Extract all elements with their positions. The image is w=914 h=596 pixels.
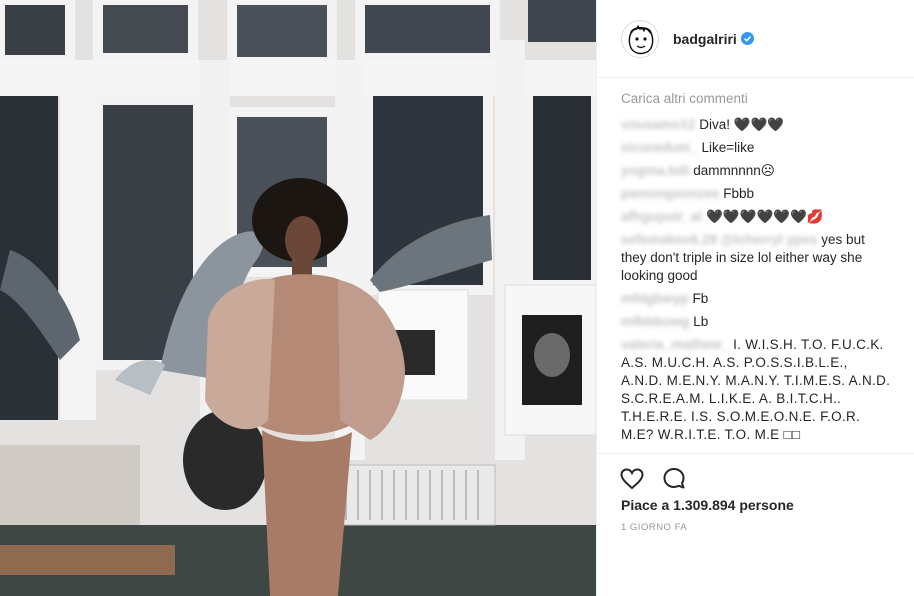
post-side-panel: badgalriri Carica altri commenti vousamo… bbox=[596, 0, 914, 596]
comment-item: mfbbbuwg Lb bbox=[621, 313, 891, 331]
comment-list: Carica altri commenti vousamo12 Diva! 🖤🖤🖤… bbox=[621, 90, 891, 449]
comment-item: afhgupoir_al 🖤🖤🖤🖤🖤🖤💋 bbox=[621, 208, 891, 226]
comment-item: pamongsonzee Fbbb bbox=[621, 185, 891, 203]
post-photo[interactable] bbox=[0, 0, 596, 596]
comment-bubble-icon[interactable] bbox=[661, 466, 687, 492]
post-header: badgalriri bbox=[597, 0, 914, 78]
comment-text: Diva! 🖤🖤🖤 bbox=[699, 117, 785, 132]
comment-item: nicoredum_ Like=like bbox=[621, 139, 891, 157]
comment-item: mfdgbwyp Fb bbox=[621, 290, 891, 308]
comment-text: dammnnnn☹ bbox=[693, 163, 775, 178]
comment-text: Fbbb bbox=[723, 186, 755, 201]
comment-item: valeria_mathew_ I. W.I.S.H. T.O. F.U.C.K.… bbox=[621, 336, 891, 444]
comment-username[interactable]: pamongsonzee bbox=[621, 185, 719, 203]
comment-username[interactable]: nicoredum_ bbox=[621, 139, 698, 157]
post-username[interactable]: badgalriri bbox=[673, 31, 737, 47]
verified-badge-icon bbox=[740, 32, 754, 45]
comment-text: Lb bbox=[693, 314, 709, 329]
comment-username[interactable]: sefemakeo6.29 @lcherryl ypes bbox=[621, 231, 817, 249]
load-more-comments-link[interactable]: Carica altri commenti bbox=[621, 90, 891, 108]
avatar-face-icon bbox=[622, 20, 658, 57]
likes-suffix: persone bbox=[739, 497, 794, 513]
comment-text: 🖤🖤🖤🖤🖤🖤💋 bbox=[706, 209, 824, 224]
likes-number: 1.309.894 bbox=[673, 497, 736, 513]
post-action-bar bbox=[597, 453, 914, 493]
likes-count[interactable]: Piace a 1.309.894 persone bbox=[621, 497, 794, 513]
avatar[interactable] bbox=[621, 19, 659, 58]
comment-text: Fb bbox=[692, 291, 709, 306]
comment-username[interactable]: mfdgbwyp bbox=[621, 290, 689, 308]
comment-item: yogma.bdt dammnnnn☹ bbox=[621, 162, 891, 180]
comment-username[interactable]: afhgupoir_al bbox=[621, 208, 702, 226]
comment-username[interactable]: mfbbbuwg bbox=[621, 313, 689, 331]
post-timestamp[interactable]: 1 GIORNO FA bbox=[621, 522, 687, 533]
comment-username[interactable]: yogma.bdt bbox=[621, 162, 689, 180]
comment-item: vousamo12 Diva! 🖤🖤🖤 bbox=[621, 116, 891, 134]
comment-text: Like=like bbox=[701, 140, 755, 155]
comment-username[interactable]: valeria_mathew_ bbox=[621, 336, 729, 354]
likes-prefix: Piace a bbox=[621, 497, 670, 513]
comment-item: sefemakeo6.29 @lcherryl ypes yes but they… bbox=[621, 231, 891, 285]
post-photo-illustration bbox=[0, 0, 596, 596]
comment-username[interactable]: vousamo12 bbox=[621, 116, 695, 134]
heart-icon[interactable] bbox=[619, 466, 645, 492]
